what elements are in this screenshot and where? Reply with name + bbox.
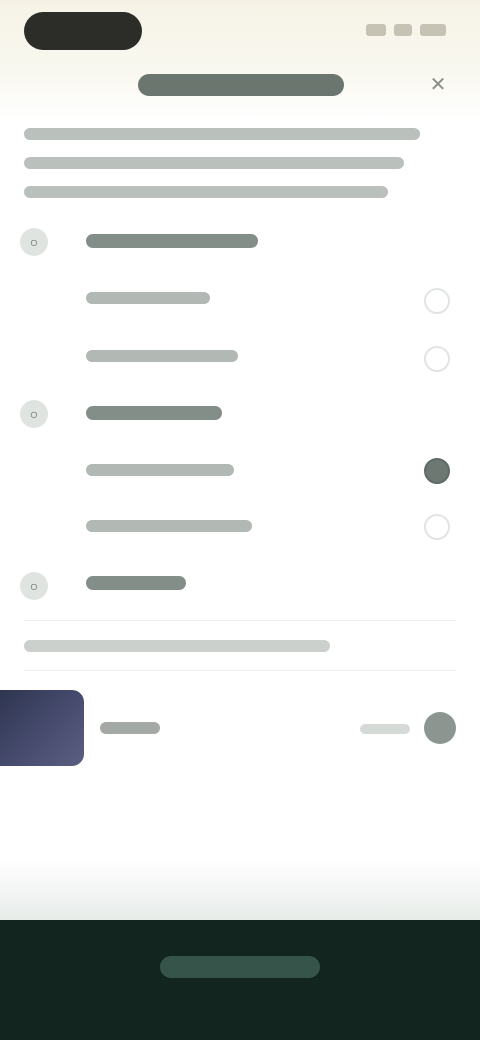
page-title: [138, 74, 344, 96]
option-radio[interactable]: [424, 514, 450, 540]
status-icons: [366, 24, 446, 36]
option-label: [86, 292, 210, 304]
option-label: [86, 464, 234, 476]
status-pill: [24, 12, 142, 50]
description-line: [24, 128, 420, 140]
option-label: [86, 350, 238, 362]
footer-button[interactable]: [160, 956, 320, 978]
option-radio[interactable]: [424, 346, 450, 372]
option-label: [86, 520, 252, 532]
option-radio[interactable]: [424, 288, 450, 314]
preview-label: [100, 722, 160, 734]
group-icon: ○: [20, 228, 48, 256]
divider: [24, 670, 456, 671]
battery-icon: [420, 24, 446, 36]
group-label: [86, 576, 186, 590]
preview-action-button[interactable]: [424, 712, 456, 744]
hint-text: [24, 640, 330, 652]
signal-icon: [366, 24, 386, 36]
description-line: [24, 186, 388, 198]
wifi-icon: [394, 24, 412, 36]
group-label: [86, 406, 222, 420]
preview-thumbnail[interactable]: [0, 690, 84, 766]
option-radio-selected[interactable]: [424, 458, 450, 484]
divider: [24, 620, 456, 621]
group-icon: ○: [20, 572, 48, 600]
preview-meta: [360, 724, 410, 734]
close-button[interactable]: ✕: [424, 70, 452, 98]
group-icon: ○: [20, 400, 48, 428]
footer-fade: [0, 860, 480, 920]
footer-bar: [0, 920, 480, 1040]
description: [24, 128, 432, 215]
group-label: [86, 234, 258, 248]
close-icon: ✕: [429, 73, 447, 96]
description-line: [24, 157, 404, 169]
